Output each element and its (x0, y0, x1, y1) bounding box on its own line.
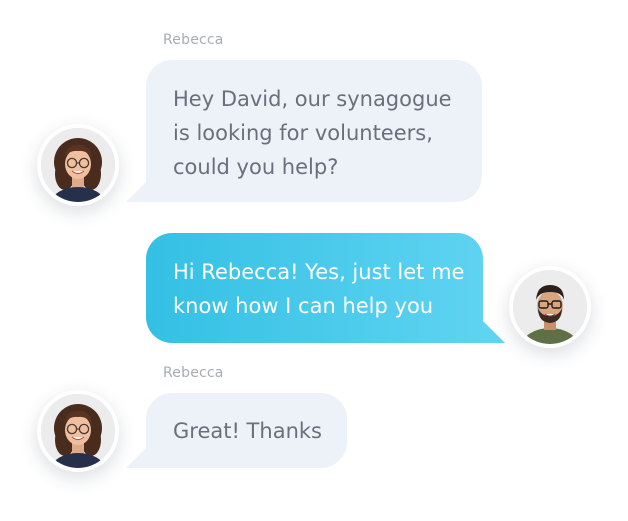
message-line: Great! Thanks (173, 419, 322, 443)
bubble-tail (126, 446, 148, 468)
woman-avatar-icon (41, 128, 115, 202)
bubble-tail (483, 321, 505, 343)
sender-name-rebecca: Rebecca (163, 365, 224, 381)
message-line: Hey David, our synagogue (173, 87, 452, 111)
avatar-rebecca[interactable] (37, 124, 119, 206)
bubble-tail (126, 180, 148, 202)
woman-avatar-icon (41, 394, 115, 468)
message-line: is looking for volunteers, (173, 121, 433, 145)
message-line: could you help? (173, 155, 339, 179)
sender-name-rebecca: Rebecca (163, 32, 224, 48)
avatar-david[interactable] (509, 266, 591, 348)
message-line: Hi Rebecca! Yes, just let me (173, 260, 465, 284)
message-line: know how I can help you (173, 294, 434, 318)
message-bubble-incoming[interactable]: Great! Thanks (146, 393, 347, 468)
message-bubble-outgoing[interactable]: Hi Rebecca! Yes, just let me know how I … (146, 233, 483, 343)
avatar-rebecca[interactable] (37, 390, 119, 472)
message-bubble-incoming[interactable]: Hey David, our synagogue is looking for … (146, 60, 482, 202)
man-avatar-icon (513, 270, 587, 344)
